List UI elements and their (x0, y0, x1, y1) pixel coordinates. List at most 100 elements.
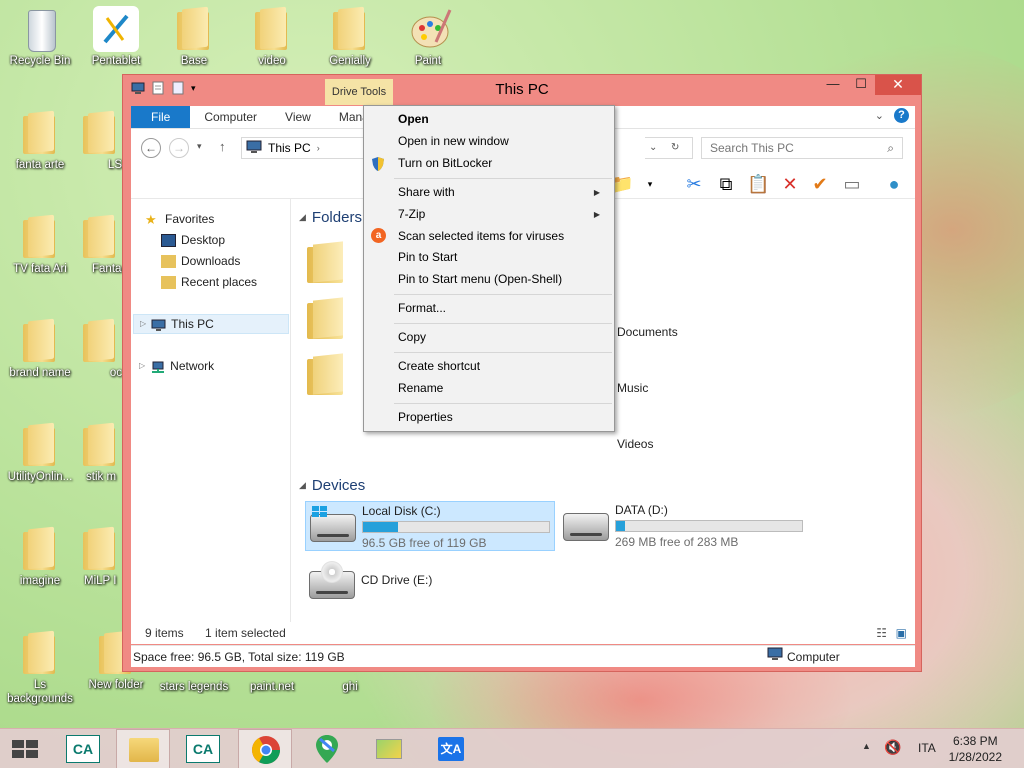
desktop-icon-label: paint.net (249, 681, 295, 693)
menu-item-open-new-window[interactable]: Open in new window (398, 131, 608, 152)
desktop-icon-video[interactable]: video (234, 6, 310, 68)
desktop-icon-fanta-arte[interactable]: fanta arte (2, 110, 78, 172)
menu-item-pin-to-start[interactable]: Pin to Start (398, 247, 608, 268)
nav-item-desktop[interactable]: Desktop (161, 230, 225, 250)
folder-music[interactable]: Music (617, 381, 648, 395)
menu-item-turn-on-bitlocker[interactable]: Turn on BitLocker (398, 153, 608, 174)
minimize-button[interactable]: — (819, 75, 847, 95)
nav-item-downloads[interactable]: Downloads (161, 251, 240, 271)
menu-item-scan-viruses[interactable]: Scan selected items for viruses (398, 226, 608, 247)
menu-item-open[interactable]: Open (398, 109, 608, 130)
recent-locations-icon[interactable]: ▾ (197, 141, 202, 152)
close-button[interactable]: ✕ (875, 75, 921, 95)
menu-item-copy[interactable]: Copy (398, 327, 608, 348)
delete-icon[interactable]: ✕ (779, 173, 801, 195)
chevron-down-icon[interactable]: ▾ (639, 173, 661, 195)
drive-cd-e[interactable]: CD Drive (E:) (305, 559, 505, 609)
menu-item-create-shortcut[interactable]: Create shortcut (398, 356, 608, 377)
menu-item-pin-to-start-menu-openshell[interactable]: Pin to Start menu (Open-Shell) (398, 269, 608, 290)
desktop-icon-pentablet[interactable]: Pentablet (78, 6, 154, 68)
tab-computer[interactable]: Computer (190, 106, 271, 128)
desktop-icon-milp[interactable]: MiLP I (78, 526, 122, 588)
desktop-icon-ls[interactable]: LS (78, 110, 122, 172)
desktop-icon-oc[interactable]: oc (78, 318, 122, 380)
properties-card-icon[interactable]: ▭ (841, 173, 863, 195)
desktop-icon-base[interactable]: Base (156, 6, 232, 68)
chrome-icon (252, 736, 280, 764)
refresh-icon[interactable]: ↻ (671, 138, 679, 158)
desktop-icon-brand-name[interactable]: brand name (2, 318, 78, 380)
drive-local-disk-c[interactable]: Local Disk (C:) 96.5 GB free of 119 GB (305, 501, 555, 551)
maximize-button[interactable]: ☐ (847, 75, 875, 95)
up-arrow-icon[interactable]: ↑ (219, 139, 226, 154)
paste-icon[interactable]: 📋 (747, 173, 769, 195)
forward-button[interactable]: → (169, 138, 189, 158)
folder-icon[interactable] (305, 353, 349, 397)
desktop-icon-fanta[interactable]: Fanta (78, 214, 122, 276)
desktop-icon-ls-backgrounds[interactable]: Ls backgrounds (2, 630, 78, 706)
desktop-icon-imagine[interactable]: imagine (2, 526, 78, 588)
desktop-icon-genially[interactable]: Genially (312, 6, 388, 68)
help-icon[interactable]: ? (894, 108, 909, 123)
folder-icon[interactable] (305, 297, 349, 341)
system-clock[interactable]: 6:38 PM 1/28/2022 (949, 733, 1002, 765)
rename-check-icon[interactable]: ✔ (809, 173, 831, 195)
tab-view[interactable]: View (271, 106, 325, 128)
taskbar-chrome[interactable] (238, 729, 292, 768)
nav-item-label: Downloads (181, 254, 241, 268)
nav-item-recent-places[interactable]: Recent places (161, 272, 257, 292)
menu-item-properties[interactable]: Properties (398, 407, 608, 428)
folder-icon (20, 630, 60, 676)
nav-favorites[interactable]: ★ Favorites (145, 209, 214, 229)
folder-icon (174, 6, 214, 52)
large-icons-view-icon[interactable]: ▣ (896, 622, 907, 644)
globe-icon[interactable]: ● (883, 173, 905, 195)
address-dropdown[interactable]: ⌄ ↻ (645, 137, 693, 159)
taskbar-maps[interactable] (300, 729, 354, 768)
chevron-right-icon[interactable]: › (317, 143, 320, 153)
folder-videos[interactable]: Videos (617, 437, 653, 451)
section-devices[interactable]: Devices (299, 477, 365, 494)
tab-file[interactable]: File (131, 106, 191, 128)
drive-data-d[interactable]: DATA (D:) 269 MB free of 283 MB (559, 501, 809, 551)
details-view-icon[interactable]: ☷ (876, 622, 887, 644)
copy-icon[interactable]: ⧉ (715, 173, 737, 195)
desktop-icon-recycle-bin[interactable]: Recycle Bin (2, 6, 78, 68)
cut-icon[interactable]: ✂ (683, 173, 705, 195)
desktop-icon-utilityonline[interactable]: UtilityOnlin... (2, 422, 78, 484)
title-bar[interactable]: ▾ Drive Tools This PC — ☐ ✕ (123, 75, 921, 105)
desktop-icon-tv-fata-ari[interactable]: TV fata Ari (2, 214, 78, 276)
taskbar-photos[interactable] (362, 729, 416, 768)
clock-time: 6:38 PM (952, 734, 998, 748)
nav-item-network[interactable]: ▷ Network (139, 356, 214, 376)
menu-item-format[interactable]: Format... (398, 298, 608, 319)
recent-places-icon (161, 275, 176, 289)
search-input[interactable]: Search This PC ⌕ (701, 137, 903, 159)
search-placeholder: Search This PC (710, 141, 794, 155)
folder-label: Documents (617, 325, 678, 339)
language-indicator[interactable]: ITA (918, 741, 936, 755)
back-button[interactable]: ← (141, 138, 161, 158)
menu-item-share-with[interactable]: Share with ▶ (398, 182, 608, 203)
expand-arrow-icon[interactable]: ▷ (139, 356, 145, 376)
taskbar-credit-agricole-1[interactable]: CA (56, 729, 110, 768)
section-folders[interactable]: Folders (299, 209, 362, 226)
taskbar-file-explorer[interactable] (116, 729, 170, 768)
tray-overflow-icon[interactable]: ▲ (862, 741, 871, 751)
desktop-icon-label: Pentablet (91, 55, 141, 67)
folder-icon[interactable] (305, 241, 349, 285)
address-bar[interactable]: This PC › (241, 137, 369, 159)
nav-item-this-pc[interactable]: ▷ This PC (133, 314, 289, 334)
breadcrumb-this-pc[interactable]: This PC (268, 141, 311, 155)
taskbar-credit-agricole-2[interactable]: CA (176, 729, 230, 768)
menu-item-rename[interactable]: Rename (398, 378, 608, 399)
expand-arrow-icon[interactable]: ▷ (140, 314, 146, 334)
desktop-icon-stik[interactable]: stik m (78, 422, 122, 484)
menu-item-7zip[interactable]: 7-Zip ▶ (398, 204, 608, 225)
start-button[interactable] (0, 729, 54, 768)
speaker-muted-icon[interactable]: 🔇 (884, 739, 901, 756)
taskbar-translator[interactable]: 文A (424, 729, 478, 768)
expand-ribbon-icon[interactable]: ⌄ (875, 109, 884, 122)
folder-documents[interactable]: Documents (617, 325, 678, 339)
desktop-icon-paint[interactable]: Paint (390, 6, 466, 68)
